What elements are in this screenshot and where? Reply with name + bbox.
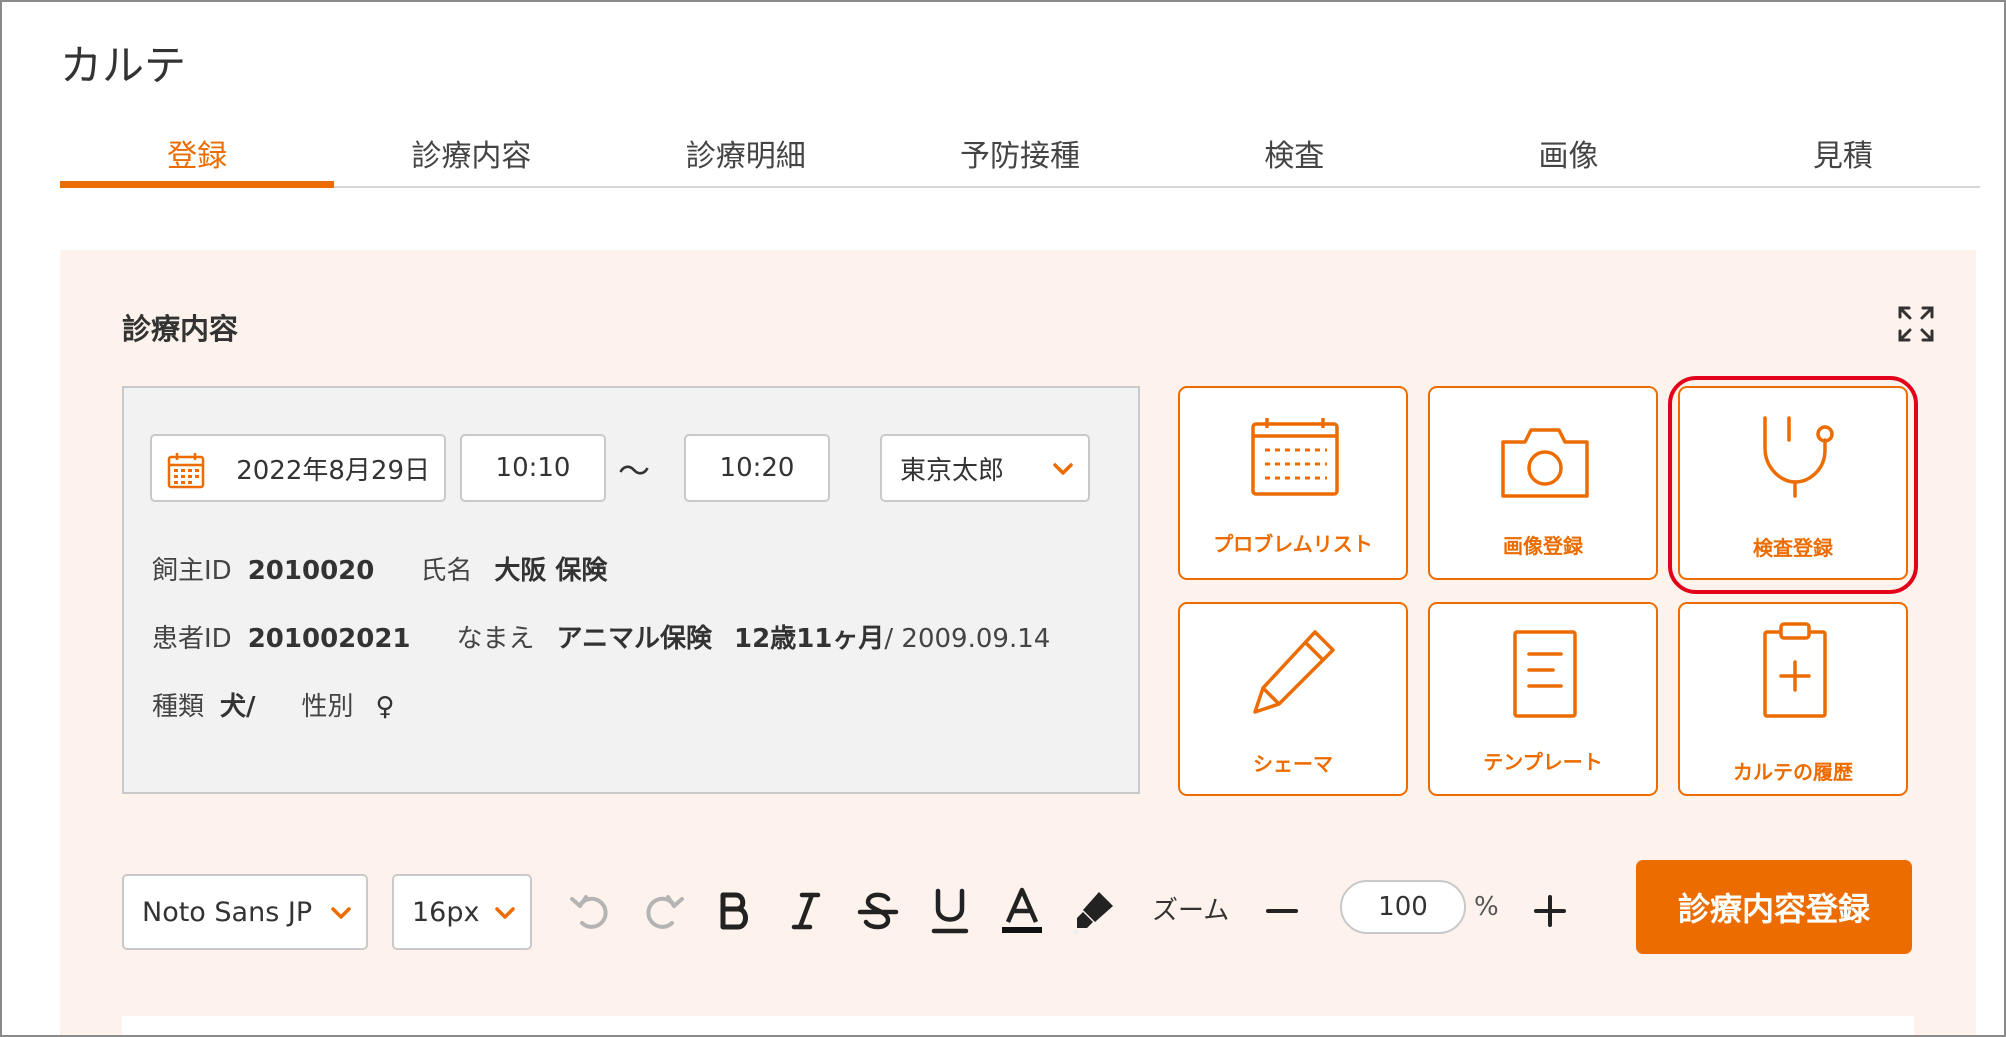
end-time-input[interactable]: 10:20	[684, 434, 830, 502]
highlight-frame	[1668, 376, 1918, 594]
font-family-value: Noto Sans JP	[142, 896, 313, 928]
pencil-icon	[1253, 630, 1335, 714]
text-color-button[interactable]	[996, 882, 1048, 940]
clipboard-plus-icon	[1763, 622, 1827, 718]
font-size-value: 16px	[412, 896, 480, 928]
italic-button[interactable]	[780, 882, 832, 940]
sex-label: 性別	[301, 692, 354, 722]
document-icon	[1513, 630, 1577, 718]
calendar-grid-icon	[1251, 418, 1339, 496]
patient-id-label: 患者ID	[152, 624, 232, 654]
schema-tile[interactable]: シェーマ	[1178, 602, 1408, 796]
editor-area[interactable]	[122, 1016, 1914, 1035]
calendar-icon	[167, 453, 205, 489]
chart-history-tile[interactable]: カルテの履歴	[1678, 602, 1908, 796]
bold-button[interactable]	[708, 882, 760, 940]
underline-button[interactable]	[924, 882, 976, 940]
image-register-label: 画像登録	[1503, 534, 1583, 558]
pet-age-value: 12歳11ヶ月	[734, 624, 885, 654]
highlight-color-button[interactable]	[1068, 882, 1120, 940]
chevron-down-icon	[495, 907, 515, 919]
camera-icon	[1501, 428, 1589, 498]
date-picker[interactable]: 2022年8月29日	[150, 434, 446, 502]
zoom-out-button[interactable]	[1256, 882, 1308, 940]
register-treatment-button[interactable]: 診療内容登録	[1636, 860, 1912, 954]
date-value: 2022年8月29日	[236, 455, 430, 486]
font-family-select[interactable]: Noto Sans JP	[122, 874, 368, 950]
zoom-input[interactable]: 100	[1340, 880, 1466, 934]
zoom-label: ズーム	[1152, 896, 1230, 926]
tab-images[interactable]: 画像	[1431, 120, 1705, 186]
schema-label: シェーマ	[1253, 752, 1333, 776]
owner-name-value: 大阪 保険	[494, 556, 608, 586]
chart-history-label: カルテの履歴	[1733, 760, 1853, 784]
species-label: 種類	[152, 692, 205, 722]
problem-list-tile[interactable]: プロブレムリスト	[1178, 386, 1408, 580]
text-color-icon	[1002, 887, 1042, 933]
highlighter-icon	[1073, 892, 1113, 934]
time-separator: 〜	[618, 452, 651, 490]
tab-treatment[interactable]: 診療内容	[334, 120, 608, 186]
sex-value: ♀	[375, 692, 395, 722]
owner-id-value: 2010020	[247, 556, 375, 586]
section-title: 診療内容	[122, 312, 239, 346]
tab-register[interactable]: 登録	[60, 120, 335, 188]
problem-list-label: プロブレムリスト	[1213, 532, 1373, 556]
pet-name-value: アニマル保険	[556, 624, 713, 654]
tab-bar: 登録 診療内容 診療明細 予防接種 検査 画像 見積	[60, 120, 1980, 188]
underline-icon	[931, 888, 969, 934]
tab-vaccination[interactable]: 予防接種	[883, 120, 1157, 186]
tab-examination[interactable]: 検査	[1157, 120, 1431, 186]
pet-name-label: なまえ	[456, 624, 535, 654]
strikethrough-icon	[857, 892, 899, 930]
owner-row: 飼主ID 2010020 氏名 大阪 保険	[152, 550, 607, 587]
template-label: テンプレート	[1483, 750, 1603, 774]
page-title: カルテ	[60, 41, 187, 90]
image-register-tile[interactable]: 画像登録	[1428, 386, 1658, 580]
expand-icon[interactable]	[1896, 304, 1936, 344]
species-row: 種類 犬/ 性別 ♀	[152, 686, 395, 723]
patient-id-value: 201002021	[247, 624, 411, 654]
bold-icon	[720, 892, 748, 930]
pet-birthdate: / 2009.09.14	[884, 624, 1051, 654]
minus-icon	[1266, 909, 1298, 913]
doctor-select[interactable]: 東京太郎	[880, 434, 1090, 502]
template-tile[interactable]: テンプレート	[1428, 602, 1658, 796]
chevron-down-icon	[331, 907, 351, 919]
tab-billing-details[interactable]: 診療明細	[609, 120, 883, 186]
app-window: カルテ 登録 診療内容 診療明細 予防接種 検査 画像 見積 診療内容 2022…	[0, 0, 2006, 1037]
redo-button[interactable]	[638, 882, 690, 940]
start-time-input[interactable]: 10:10	[460, 434, 606, 502]
owner-name-label: 氏名	[420, 556, 473, 586]
redo-icon	[646, 895, 684, 929]
strikethrough-button[interactable]	[852, 882, 904, 940]
patient-info-box: 2022年8月29日 10:10 〜 10:20 東京太郎 飼主ID 20100…	[122, 386, 1140, 794]
plus-icon	[1534, 895, 1566, 927]
zoom-in-button[interactable]	[1524, 882, 1576, 940]
chevron-down-icon	[1053, 463, 1073, 475]
undo-icon	[570, 895, 608, 929]
patient-row: 患者ID 201002021 なまえ アニマル保険 12歳11ヶ月 / 2009…	[152, 618, 1050, 655]
tab-estimate[interactable]: 見積	[1706, 120, 1980, 186]
doctor-value: 東京太郎	[900, 455, 1005, 486]
species-value: 犬/	[220, 692, 256, 722]
italic-icon	[791, 892, 821, 930]
owner-id-label: 飼主ID	[152, 556, 232, 586]
zoom-unit: %	[1474, 892, 1499, 922]
undo-button[interactable]	[564, 882, 616, 940]
font-size-select[interactable]: 16px	[392, 874, 532, 950]
